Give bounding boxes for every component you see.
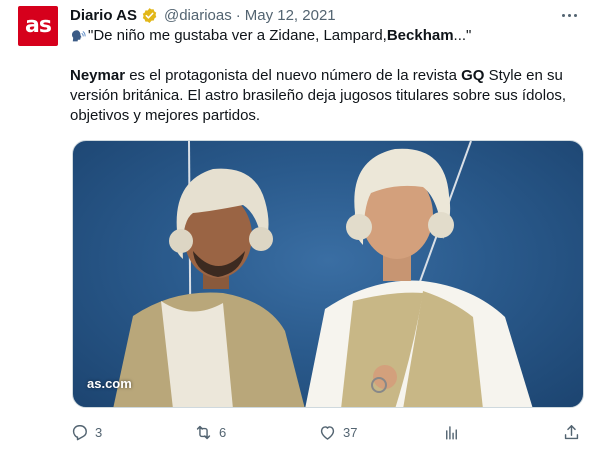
share-upload-icon: [564, 424, 579, 439]
avatar[interactable]: as: [18, 6, 58, 46]
quote-text: "De niño me gustaba ver a Zidane, Lampar…: [88, 27, 387, 44]
paragraph-text-1: es el protagonista del nuevo número de l…: [125, 67, 462, 84]
photo-watermark: as.com: [87, 376, 132, 391]
like-count: 37: [343, 424, 358, 440]
tweet-text: "De niño me gustaba ver a Zidane, Lampar…: [70, 26, 580, 126]
reply-button[interactable]: 3: [70, 420, 102, 444]
bold-neymar: Neymar: [70, 67, 126, 84]
user-handle[interactable]: @diarioas: [164, 7, 232, 24]
tweet-card[interactable]: as Diario AS @diarioas · May 12, 2021 "D…: [0, 0, 593, 462]
reply-icon: [72, 424, 87, 440]
retweet-count: 6: [219, 424, 227, 440]
tweet-date[interactable]: May 12, 2021: [245, 7, 336, 24]
tweet-paragraph: Neymar es el protagonista del nuevo núme…: [70, 66, 580, 126]
tweet-photo[interactable]: as.com: [72, 140, 584, 408]
retweet-button[interactable]: 6: [194, 420, 226, 444]
heart-icon: [320, 425, 335, 440]
verified-badge-icon[interactable]: [141, 7, 158, 24]
more-options-icon[interactable]: [559, 6, 579, 24]
analytics-bars-icon: [446, 425, 457, 440]
speaking-head-icon: [70, 28, 86, 44]
retweet-icon: [196, 425, 211, 439]
tweet-actions: 3 6 37: [70, 420, 582, 444]
quote-close: ...": [453, 27, 472, 44]
share-button[interactable]: [562, 420, 581, 444]
tweet-quote-line: "De niño me gustaba ver a Zidane, Lampar…: [70, 26, 580, 46]
display-name[interactable]: Diario AS: [70, 7, 137, 24]
separator-dot: ·: [235, 6, 241, 24]
reply-count: 3: [95, 424, 103, 440]
photo-illustration: [113, 141, 533, 407]
avatar-logo-text: as: [25, 13, 52, 38]
views-button[interactable]: [442, 420, 461, 444]
like-button[interactable]: 37: [318, 420, 357, 444]
tweet-header: Diario AS @diarioas · May 12, 2021: [70, 4, 336, 26]
quote-bold-name: Beckham: [386, 27, 454, 44]
bold-gq: GQ: [461, 67, 485, 84]
